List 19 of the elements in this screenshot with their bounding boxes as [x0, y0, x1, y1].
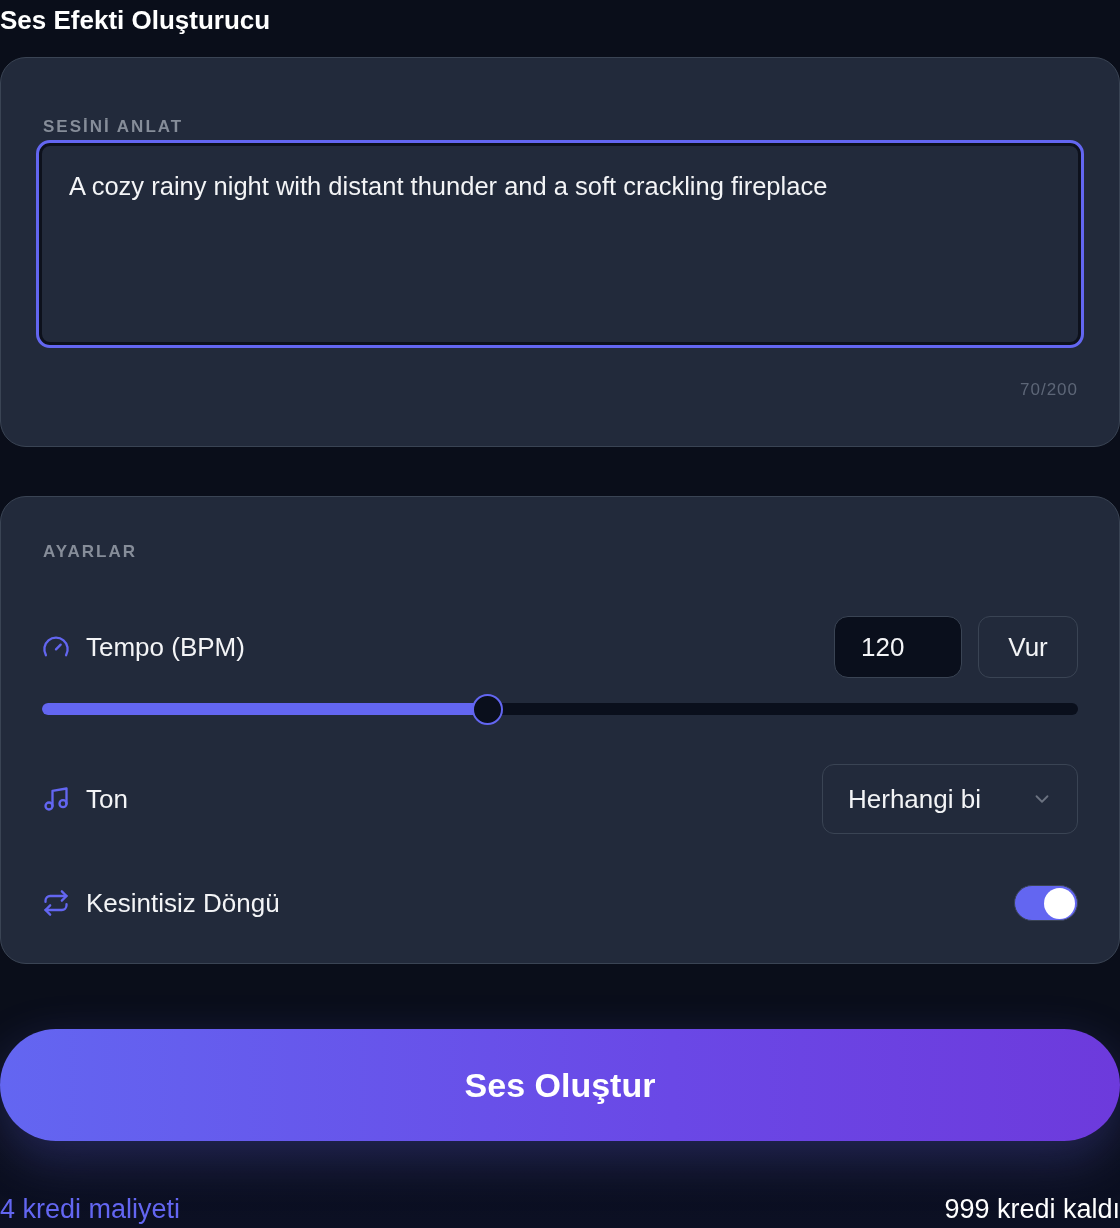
tempo-label: Tempo (BPM)	[86, 631, 245, 663]
cost-text: 4 kredi maliyeti	[0, 1193, 181, 1226]
loop-label: Kesintisiz Döngü	[86, 887, 280, 919]
section-label: AYARLAR	[43, 542, 137, 562]
section-label: SESİNİ ANLAT	[43, 117, 184, 137]
character-counter: 70/200	[1020, 380, 1078, 400]
generate-button[interactable]: Ses Oluştur	[0, 1029, 1120, 1141]
description-field[interactable]: A cozy rainy night with distant thunder and a soft crackling fireplace	[36, 140, 1084, 348]
repeat-icon	[42, 889, 70, 917]
credits-remaining-text: 999 kredi kaldı	[944, 1193, 1120, 1226]
page-title: Ses Efekti Oluşturucu	[0, 5, 271, 35]
tone-label: Ton	[86, 783, 128, 815]
tempo-slider-track[interactable]	[42, 703, 1078, 715]
tone-select[interactable]: Herhangi bi	[822, 764, 1078, 834]
music-note-icon	[42, 785, 70, 813]
bpm-input[interactable]: 120	[834, 616, 962, 678]
loop-toggle[interactable]	[1014, 885, 1078, 921]
tap-button[interactable]: Vur	[978, 616, 1078, 678]
slider-thumb[interactable]	[472, 694, 504, 725]
